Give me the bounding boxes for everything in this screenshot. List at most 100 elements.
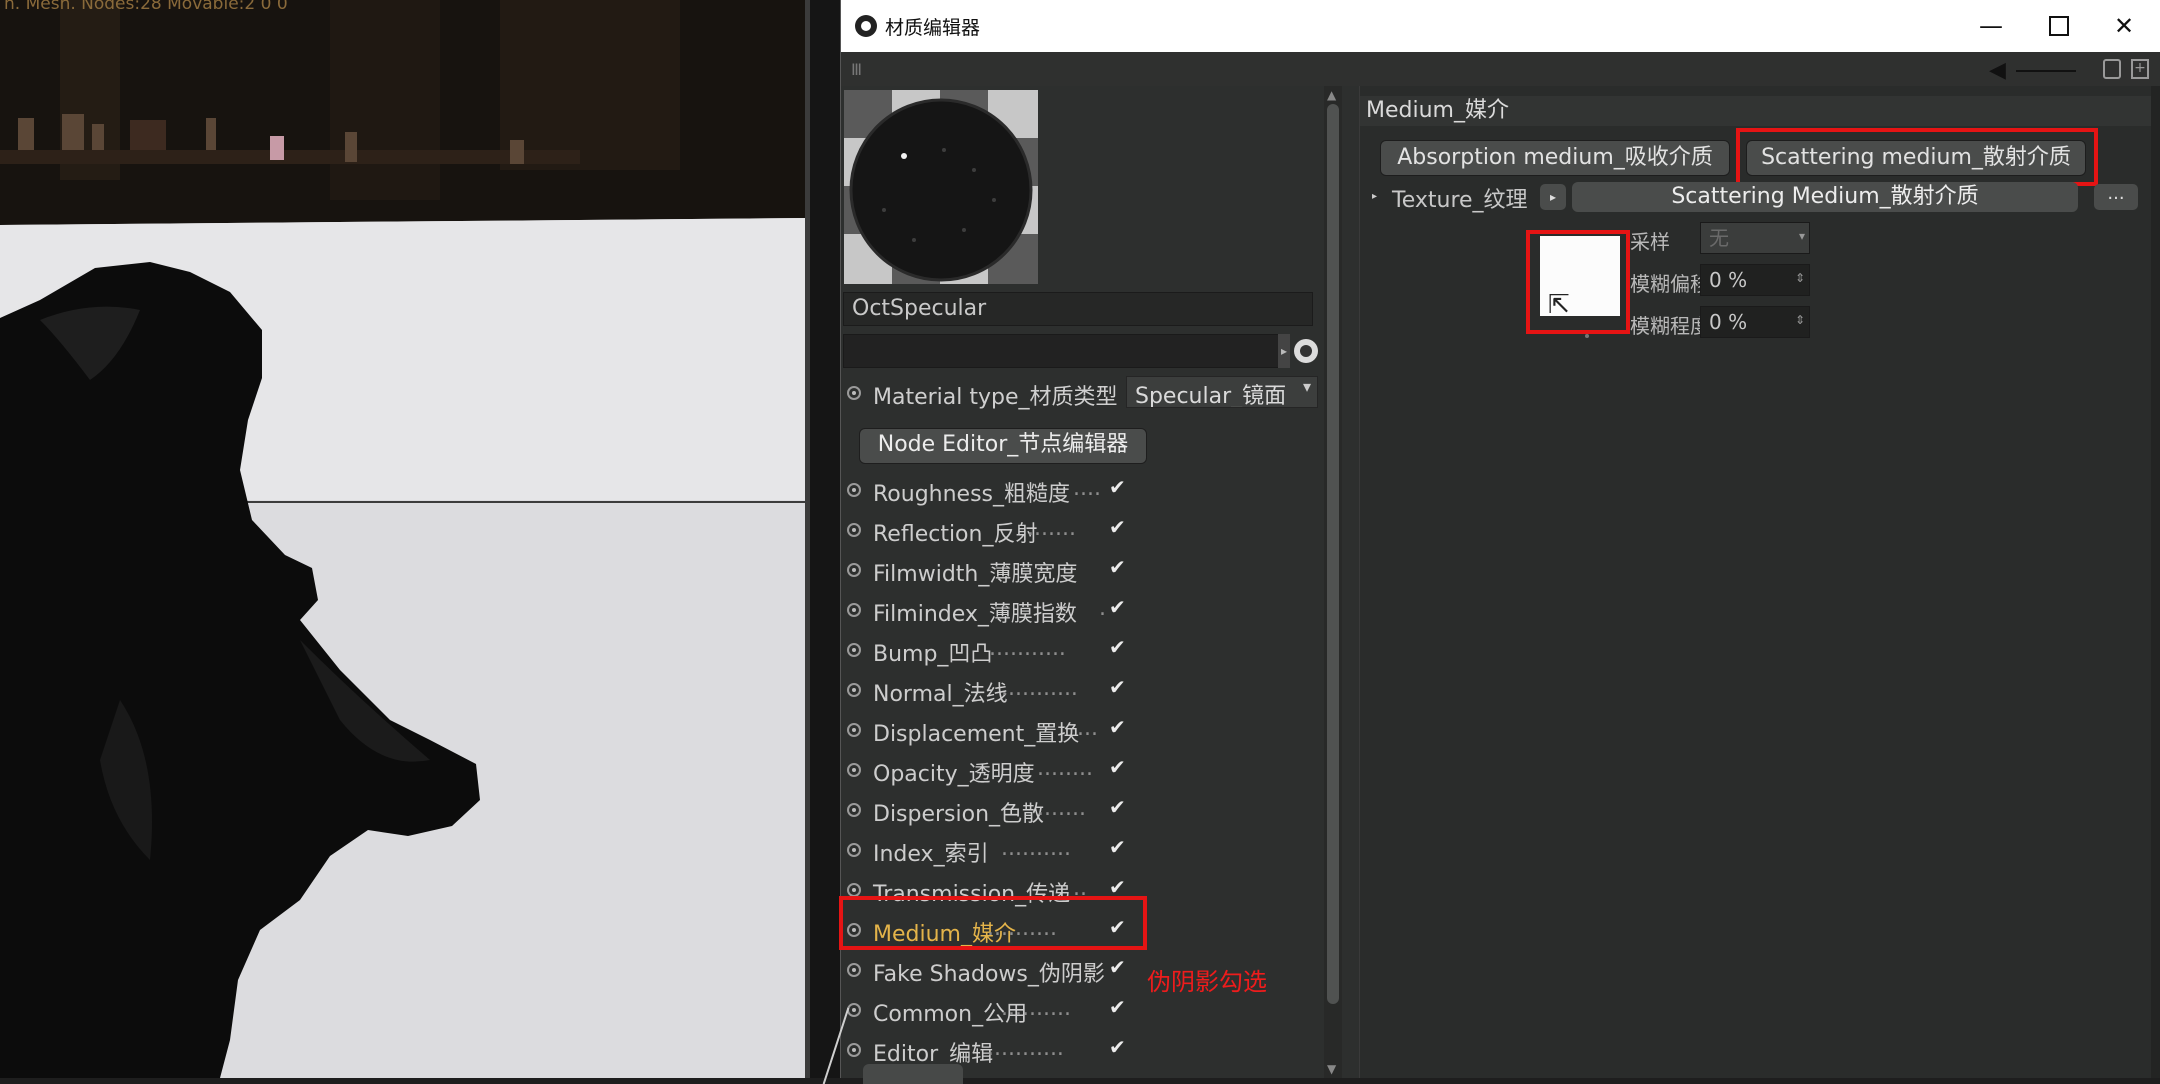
material-input-arrow[interactable]: ▸ xyxy=(1278,334,1290,368)
material-preview-sphere xyxy=(844,90,1038,284)
grip-icon[interactable]: Ⅲ xyxy=(851,60,862,79)
material-channel-list: OctSpecular ▸ Material type_材质类型 Specula… xyxy=(822,86,1321,1084)
channel-dots: .......... xyxy=(1001,996,1071,1021)
channel-checkbox[interactable]: ✔ xyxy=(1109,636,1131,658)
material-type-radio[interactable] xyxy=(847,386,861,400)
channel-radio[interactable] xyxy=(847,803,861,817)
new-window-icon[interactable]: + xyxy=(2131,59,2149,79)
channel-checkbox[interactable]: ✔ xyxy=(1109,1036,1131,1058)
scroll-thumb[interactable] xyxy=(1327,104,1339,1004)
channel-radio[interactable] xyxy=(847,1003,861,1017)
channel-dots: ....... xyxy=(1027,516,1076,541)
channel-radio[interactable] xyxy=(847,883,861,897)
blur-scale-field[interactable]: 0 % ⇕ xyxy=(1700,306,1810,338)
texture-shader-button[interactable]: Scattering Medium_散射介质 xyxy=(1572,182,2078,212)
channel-radio[interactable] xyxy=(847,763,861,777)
scroll-down-icon[interactable]: ▼ xyxy=(1327,1062,1336,1076)
channel-checkbox[interactable]: ✔ xyxy=(1109,756,1131,778)
medium-panel-title: Medium_媒介 xyxy=(1360,96,2156,126)
channel-row-index[interactable]: Index_索引 .......... ✔ xyxy=(841,832,1311,868)
channel-list-scrollbar[interactable]: ▲ ▼ xyxy=(1324,86,1342,1078)
stepper-icon[interactable]: ⇕ xyxy=(1795,307,1805,333)
blur-scale-value: 0 % xyxy=(1709,310,1748,334)
swatch-handle xyxy=(1585,334,1589,338)
channel-radio[interactable] xyxy=(847,723,861,737)
channel-checkbox[interactable]: ✔ xyxy=(1109,996,1131,1018)
scattering-highlight-box xyxy=(1736,128,2098,186)
chevron-down-icon: ▾ xyxy=(1798,229,1805,243)
material-search-input[interactable] xyxy=(843,334,1290,368)
channel-row-bump[interactable]: Bump_凹凸 ........... ✔ xyxy=(841,632,1311,668)
channel-radio[interactable] xyxy=(847,603,861,617)
fake-shadow-note: 伪阴影勾选 xyxy=(1147,968,1267,996)
sampling-value: 无 xyxy=(1709,226,1729,250)
channel-radio[interactable] xyxy=(847,1043,861,1057)
back-arrow-icon[interactable]: ◀ xyxy=(1989,58,2006,83)
channel-row-displacement[interactable]: Displacement_置换 ... ✔ xyxy=(841,712,1311,748)
channel-row-filmindex[interactable]: Filmindex_薄膜指数 . ✔ xyxy=(841,592,1311,628)
minimize-button[interactable]: — xyxy=(1956,6,2026,46)
texture-more-button[interactable]: ... xyxy=(2094,184,2138,210)
channel-radio[interactable] xyxy=(847,563,861,577)
node-editor-button[interactable]: Node Editor_节点编辑器 xyxy=(859,428,1147,464)
channel-radio[interactable] xyxy=(847,523,861,537)
channel-label: Bump_凹凸 xyxy=(873,642,993,667)
channel-checkbox[interactable]: ✔ xyxy=(1109,476,1131,498)
channel-row-dispersion[interactable]: Dispersion_色散 ....... ✔ xyxy=(841,792,1311,828)
channel-row-filmwidth[interactable]: Filmwidth_薄膜宽度 ✔ xyxy=(841,552,1311,588)
texture-menu-button[interactable]: ▸ xyxy=(1540,184,1566,210)
blur-offset-label: 模糊偏移 xyxy=(1630,272,1710,296)
channel-checkbox[interactable]: ✔ xyxy=(1109,516,1131,538)
blur-scale-label: 模糊程度 xyxy=(1630,314,1710,338)
channel-row-opacity[interactable]: Opacity_透明度 ........ ✔ xyxy=(841,752,1311,788)
material-name-field[interactable]: OctSpecular xyxy=(843,292,1313,326)
viewport-render xyxy=(0,0,805,1078)
channel-checkbox[interactable]: ✔ xyxy=(1109,556,1131,578)
channel-row-common[interactable]: Common_公用 .......... ✔ xyxy=(841,992,1311,1028)
bottom-button[interactable] xyxy=(863,1064,963,1084)
editor-toolbar: Ⅲ ◀ + xyxy=(841,52,2160,86)
channel-row-roughness[interactable]: Roughness_粗糙度 .... ✔ xyxy=(841,472,1311,508)
picker-icon[interactable] xyxy=(1294,339,1318,363)
channel-radio[interactable] xyxy=(847,963,861,977)
channel-checkbox[interactable]: ✔ xyxy=(1109,836,1131,858)
channel-radio[interactable] xyxy=(847,683,861,697)
sampling-dropdown[interactable]: 无 ▾ xyxy=(1700,222,1810,254)
stepper-icon[interactable]: ⇕ xyxy=(1795,265,1805,291)
channel-checkbox[interactable]: ✔ xyxy=(1109,876,1131,898)
expand-triangle-icon[interactable]: ▸ xyxy=(1372,191,1377,202)
material-preview[interactable] xyxy=(844,90,1038,284)
material-type-dropdown[interactable]: Specular_镜面 ▾ xyxy=(1126,376,1318,408)
maximize-button[interactable] xyxy=(2024,6,2094,46)
close-icon: ✕ xyxy=(2113,12,2135,40)
channel-checkbox[interactable]: ✔ xyxy=(1109,716,1131,738)
channel-radio[interactable] xyxy=(847,643,861,657)
3d-viewport[interactable]: h. Mesh. Nodes:28 Movable:2 0 0 xyxy=(0,0,805,1078)
material-type-label: Material type_材质类型 xyxy=(873,385,1118,410)
channel-radio[interactable] xyxy=(847,843,861,857)
channel-row-normal[interactable]: Normal_法线 ........... ✔ xyxy=(841,672,1311,708)
minimize-icon: — xyxy=(1979,12,2003,40)
channel-label: Normal_法线 xyxy=(873,682,1008,707)
blur-offset-field[interactable]: 0 % ⇕ xyxy=(1700,264,1810,296)
channel-label: Opacity_透明度 xyxy=(873,762,1035,787)
lock-icon[interactable] xyxy=(2103,59,2121,79)
blur-offset-value: 0 % xyxy=(1709,268,1748,292)
channel-checkbox[interactable]: ✔ xyxy=(1109,596,1131,618)
title-bar[interactable]: 材质编辑器 — ✕ xyxy=(841,0,2160,52)
scroll-up-icon[interactable]: ▲ xyxy=(1327,88,1336,102)
close-button[interactable]: ✕ xyxy=(2089,6,2159,46)
medium-highlight-box xyxy=(839,896,1147,950)
material-type-value: Specular_镜面 xyxy=(1135,384,1287,408)
channel-label: Reflection_反射 xyxy=(873,522,1038,547)
channel-checkbox[interactable]: ✔ xyxy=(1109,796,1131,818)
channel-radio[interactable] xyxy=(847,483,861,497)
channel-checkbox[interactable]: ✔ xyxy=(1109,676,1131,698)
channel-dots: ... xyxy=(1077,716,1098,741)
channel-label: Dispersion_色散 xyxy=(873,802,1045,827)
channel-dots: .......... xyxy=(1001,836,1071,861)
absorption-medium-tab[interactable]: Absorption medium_吸收介质 xyxy=(1380,140,1730,176)
channel-row-editor[interactable]: Editor_编辑 ........... ✔ xyxy=(841,1032,1311,1068)
channel-checkbox[interactable]: ✔ xyxy=(1109,956,1131,978)
channel-row-reflection[interactable]: Reflection_反射 ....... ✔ xyxy=(841,512,1311,548)
